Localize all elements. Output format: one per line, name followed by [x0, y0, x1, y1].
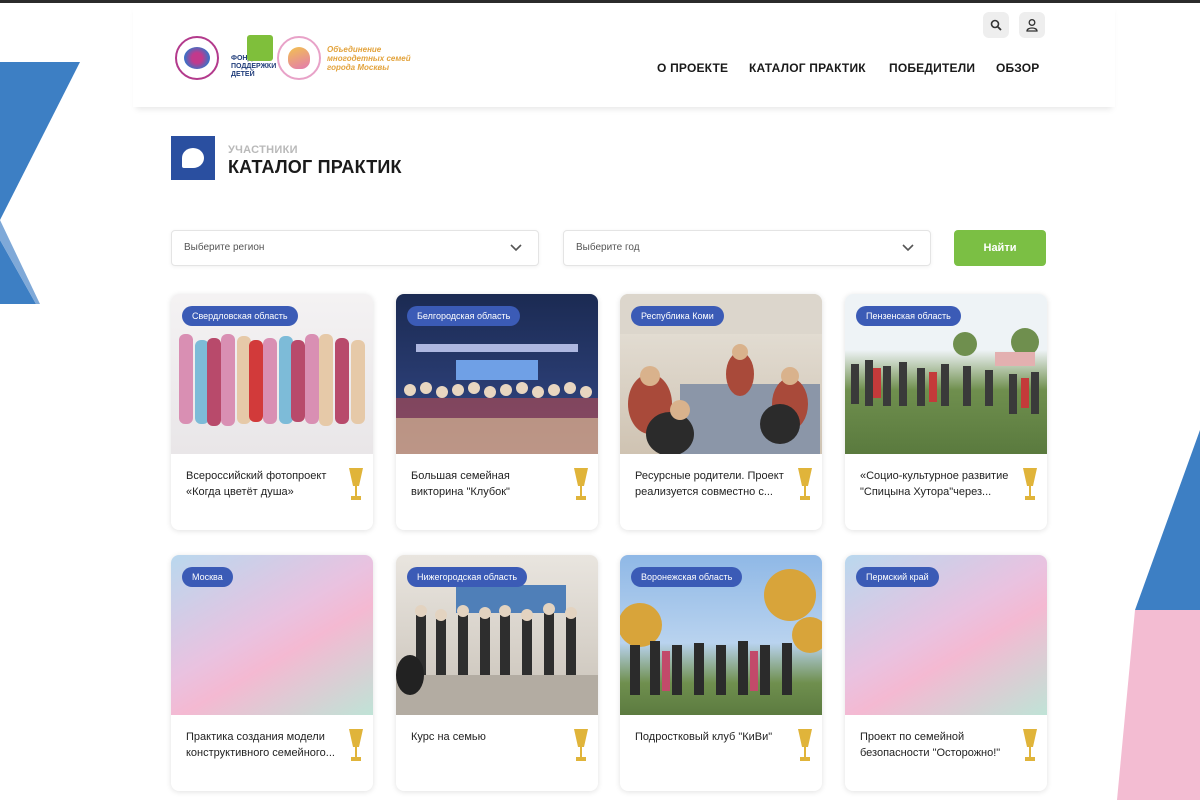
trophy-icon: [349, 729, 363, 761]
card-title: Всероссийский фотопроект «Когда цветёт д…: [186, 470, 327, 498]
card-photo: Республика Коми: [620, 294, 822, 454]
nav-catalog[interactable]: КАТАЛОГ ПРАКТИК: [749, 61, 866, 75]
practice-card[interactable]: Воронежская область Подростковый клуб "К…: [620, 555, 822, 791]
right-decor-shape: [1117, 430, 1200, 800]
fund-logo[interactable]: ФОНД ПОДДЕРЖКИ ДЕТЕЙ: [231, 35, 276, 79]
region-select[interactable]: Выберите регион: [171, 230, 539, 266]
nav-about[interactable]: О ПРОЕКТЕ: [657, 61, 728, 75]
user-icon: [1026, 19, 1038, 32]
ms-logo-text: Объединение многодетных семей города Мос…: [327, 44, 411, 72]
search-icon: [990, 19, 1002, 31]
card-title: Проект по семейной безопасности "Осторож…: [860, 731, 1001, 759]
trophy-icon: [574, 468, 588, 500]
card-photo: Воронежская область: [620, 555, 822, 715]
practice-card[interactable]: Нижегородская область Курс на семью: [396, 555, 598, 791]
region-badge: Пензенская область: [856, 306, 961, 326]
card-photo: Белгородская область: [396, 294, 598, 454]
account-button[interactable]: [1019, 12, 1045, 38]
year-select[interactable]: Выберите год: [563, 230, 931, 266]
region-badge: Свердловская область: [182, 306, 298, 326]
nav-winners[interactable]: ПОБЕДИТЕЛИ: [889, 61, 975, 75]
practice-card[interactable]: Республика Коми Ресурсные родители. Прое…: [620, 294, 822, 530]
region-badge: Пермский край: [856, 567, 939, 587]
region-badge: Белгородская область: [407, 306, 521, 326]
left-decor-shape: [0, 62, 80, 304]
card-title: Практика создания модели конструктивного…: [186, 731, 335, 759]
region-badge: Нижегородская область: [407, 567, 528, 587]
trophy-icon: [574, 729, 588, 761]
card-photo: Пензенская область: [845, 294, 1047, 454]
find-button[interactable]: Найти: [954, 230, 1046, 266]
region-badge: Республика Коми: [631, 306, 724, 326]
nav-overview[interactable]: ОБЗОР: [996, 61, 1040, 75]
card-title: Большая семейная викторина "Клубок": [411, 470, 510, 498]
fund-mark-icon: [247, 35, 273, 61]
trophy-icon: [1023, 468, 1037, 500]
search-button[interactable]: [983, 12, 1009, 38]
ms-logo[interactable]: [277, 36, 321, 80]
card-photo: Пермский край: [845, 555, 1047, 715]
region-badge: Воронежская область: [631, 567, 743, 587]
year-select-placeholder: Выберите год: [576, 242, 640, 253]
card-photo: Нижегородская область: [396, 555, 598, 715]
catalog-icon: [171, 136, 215, 180]
card-title: Ресурсные родители. Проект реализуется с…: [635, 470, 784, 498]
practice-card[interactable]: Свердловская область Всероссийский фотоп…: [171, 294, 373, 530]
page-title: КАТАЛОГ ПРАКТИК: [228, 157, 402, 177]
partner-logos: ФОНД ПОДДЕРЖКИ ДЕТЕЙ Объединение многоде…: [175, 35, 423, 80]
card-title: Подростковый клуб "КиВи": [635, 731, 773, 743]
trophy-icon: [349, 468, 363, 500]
region-badge: Москва: [182, 567, 233, 587]
card-photo: Свердловская область: [171, 294, 373, 454]
chevron-down-icon: [902, 244, 914, 252]
trophy-icon: [798, 729, 812, 761]
card-title: «Социо-культурное развитие "Спицына Хуто…: [860, 470, 1009, 498]
trophy-icon: [798, 468, 812, 500]
card-photo: Москва: [171, 555, 373, 715]
region-select-placeholder: Выберите регион: [184, 242, 265, 253]
practice-card[interactable]: Москва Практика создания модели конструк…: [171, 555, 373, 791]
trophy-icon: [1023, 729, 1037, 761]
page-subtitle: УЧАСТНИКИ: [228, 144, 298, 156]
chevron-down-icon: [510, 244, 522, 252]
practice-card[interactable]: Пермский край Проект по семейной безопас…: [845, 555, 1047, 791]
mosaic-logo[interactable]: [175, 36, 219, 80]
card-title: Курс на семью: [411, 731, 486, 743]
practice-card[interactable]: Пензенская область «Социо-культурное раз…: [845, 294, 1047, 530]
practice-card[interactable]: Белгородская область Большая семейная ви…: [396, 294, 598, 530]
site-header: ФОНД ПОДДЕРЖКИ ДЕТЕЙ Объединение многоде…: [133, 3, 1115, 107]
